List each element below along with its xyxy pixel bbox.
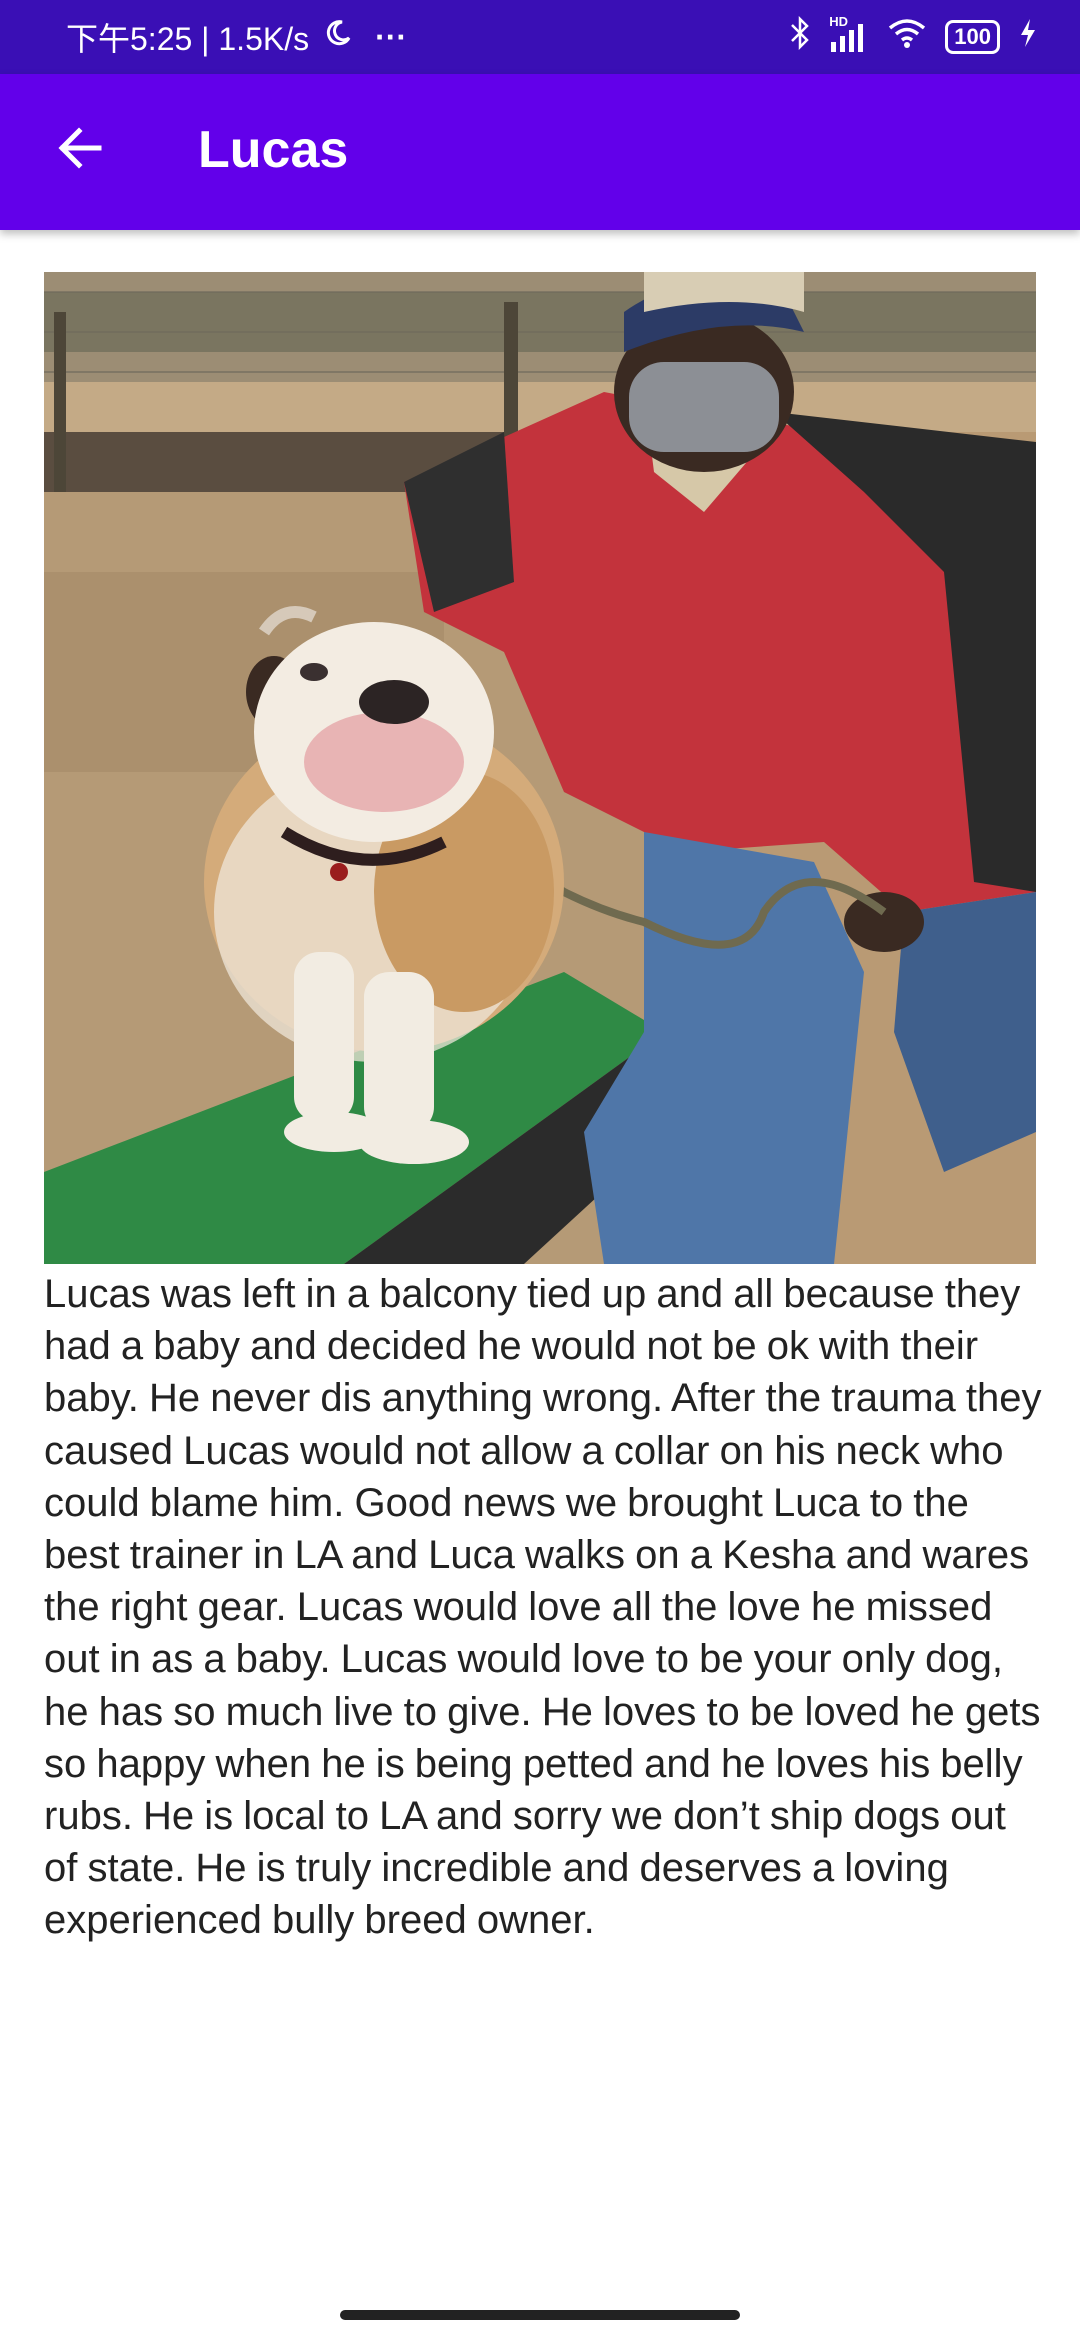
wifi-icon — [887, 17, 927, 57]
arrow-left-icon — [55, 123, 105, 178]
status-more-dots: ··· — [375, 18, 408, 55]
page-title: Lucas — [198, 121, 349, 179]
battery-icon: 100 — [945, 20, 1000, 54]
dog-photo — [44, 272, 1036, 1264]
status-left: 下午5:25 | 1.5K/s ··· — [66, 14, 789, 60]
bluetooth-icon — [789, 15, 811, 58]
signal-icon: HD — [829, 14, 869, 54]
charging-icon — [1018, 17, 1038, 57]
app-bar: Lucas — [0, 74, 1080, 230]
description-text: Lucas was left in a balcony tied up and … — [44, 1272, 1042, 1943]
navigation-handle[interactable] — [340, 2310, 740, 2320]
back-button[interactable] — [40, 110, 120, 190]
status-bar: 下午5:25 | 1.5K/s ··· HD 100 — [0, 0, 1080, 74]
battery-level: 100 — [954, 24, 991, 49]
network-label: HD — [829, 14, 849, 29]
status-right: HD 100 — [789, 14, 1038, 58]
moon-icon — [323, 18, 353, 56]
status-time-speed: 下午5:25 | 1.5K/s — [66, 21, 310, 57]
